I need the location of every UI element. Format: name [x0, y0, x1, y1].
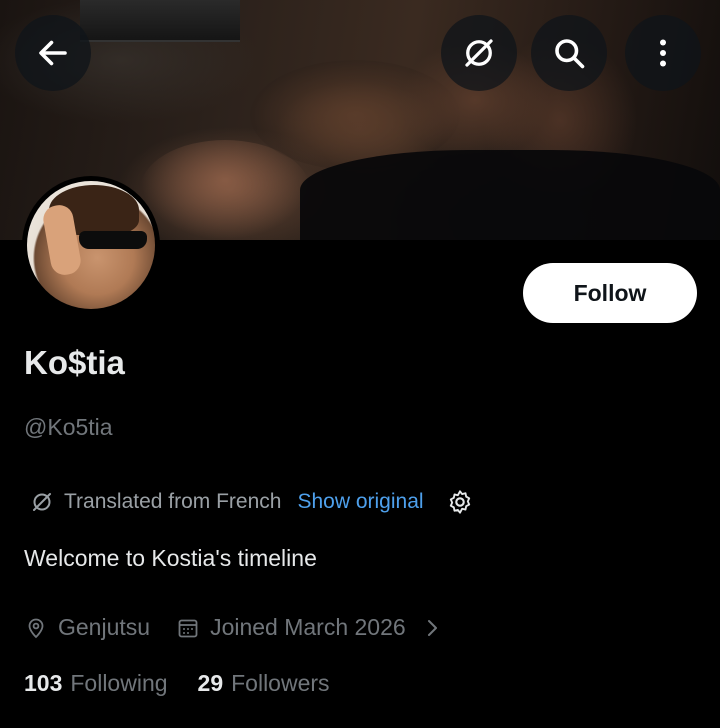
avatar-sunglasses-shape [79, 231, 147, 249]
gear-icon[interactable] [446, 488, 474, 516]
chevron-right-icon[interactable] [420, 616, 444, 640]
back-button[interactable] [15, 15, 91, 91]
follow-button[interactable]: Follow [523, 263, 697, 323]
avatar[interactable] [22, 176, 160, 314]
following-count: 103 [24, 670, 63, 696]
location-text: Genjutsu [58, 614, 151, 640]
translate-icon [33, 493, 51, 511]
joined-date[interactable]: Joined March 2026 [210, 614, 406, 641]
more-options-button[interactable] [625, 15, 701, 91]
translation-text: Translated from French [64, 490, 282, 513]
followers-count: 29 [197, 670, 224, 696]
search-button[interactable] [531, 15, 607, 91]
user-handle: @Ko5tia [24, 414, 113, 440]
location-icon [28, 618, 44, 638]
profile-meta: Genjutsu Joined March 2026 [24, 614, 444, 641]
banner-figure [300, 150, 720, 240]
more-vertical-icon [660, 39, 666, 67]
translate-toggle-button[interactable] [441, 15, 517, 91]
following-link[interactable]: 103 Following [24, 670, 168, 697]
arrow-left-icon [39, 40, 67, 66]
avatar-image [27, 181, 155, 309]
search-icon [555, 39, 585, 69]
show-original-link[interactable]: Show original [297, 490, 423, 514]
followers-link[interactable]: 29 Followers [198, 670, 330, 697]
profile-bio: Welcome to Kostia's timeline [24, 545, 317, 571]
display-name: Ko$tia [24, 344, 125, 381]
follow-stats: 103 Following 29 Followers [24, 670, 330, 697]
calendar-icon [178, 619, 198, 637]
banner-stereo-shape [80, 0, 240, 42]
followers-label: Followers [231, 670, 330, 696]
translation-notice: Translated from French Show original [30, 488, 474, 516]
following-label: Following [70, 670, 168, 696]
no-translate-icon [465, 39, 493, 67]
